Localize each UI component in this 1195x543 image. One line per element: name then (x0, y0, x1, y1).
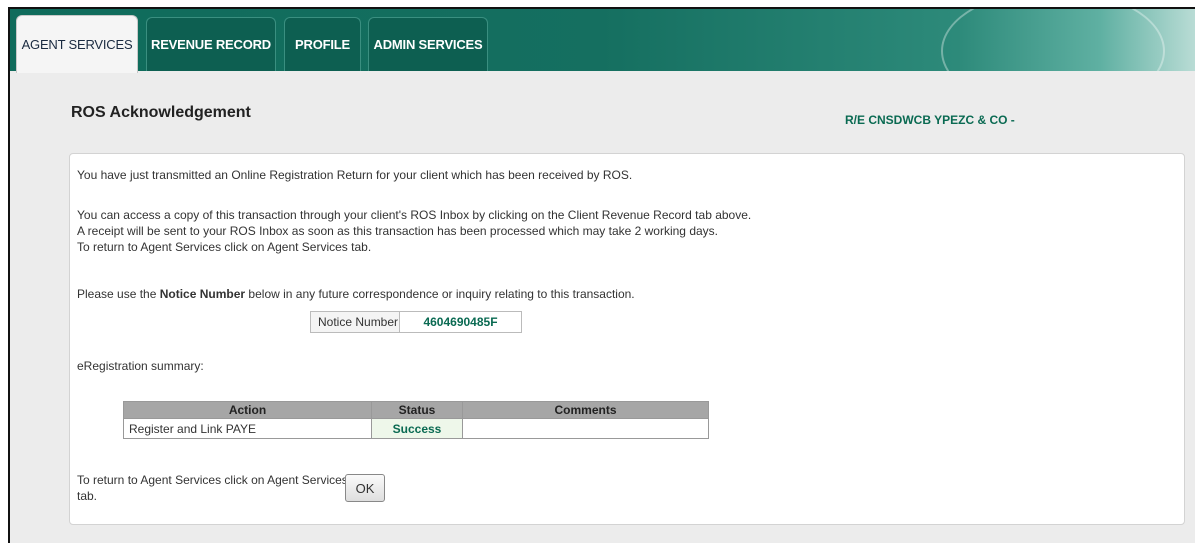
tab-admin-services[interactable]: ADMIN SERVICES (368, 17, 488, 71)
summary-label: eRegistration summary: (77, 359, 204, 373)
receipt-message: A receipt will be sent to your ROS Inbox… (77, 224, 718, 238)
header-comments: Comments (462, 401, 709, 419)
notice-number-box: Notice Number 4604690485F (310, 311, 522, 333)
tab-profile[interactable]: PROFILE (284, 17, 361, 71)
notice-number-label: Notice Number (311, 312, 400, 332)
ok-button[interactable]: OK (345, 474, 385, 502)
received-message: You have just transmitted an Online Regi… (77, 168, 633, 182)
header-action: Action (123, 401, 372, 419)
summary-table: Action Status Comments Register and Link… (123, 401, 709, 439)
tab-agent-services[interactable]: AGENT SERVICES (16, 15, 138, 73)
client-name: R/E CNSDWCB YPEZC & CO - (845, 113, 1015, 127)
row-action: Register and Link PAYE (123, 418, 372, 439)
notice-instruction-prefix: Please use the (77, 287, 160, 301)
notice-instruction: Please use the Notice Number below in an… (77, 287, 635, 301)
footer-return-text-cont: tab. (77, 489, 98, 503)
header-status: Status (371, 401, 463, 419)
row-status: Success (371, 418, 463, 439)
tab-revenue-record[interactable]: REVENUE RECORD (146, 17, 276, 71)
summary-header-row: Action Status Comments (123, 401, 709, 419)
notice-number-value: 4604690485F (400, 312, 521, 332)
access-copy-message: You can access a copy of this transactio… (77, 208, 752, 222)
notice-instruction-suffix: below in any future correspondence or in… (245, 287, 635, 301)
footer-return-text: To return to Agent Services click on Age… (77, 473, 348, 487)
table-row: Register and Link PAYE Success (123, 418, 709, 439)
row-comments (462, 418, 709, 439)
page-title: ROS Acknowledgement (71, 104, 251, 121)
return-instruction: To return to Agent Services click on Age… (77, 240, 372, 254)
notice-instruction-bold: Notice Number (159, 287, 246, 301)
decorative-swirl (941, 9, 1165, 71)
